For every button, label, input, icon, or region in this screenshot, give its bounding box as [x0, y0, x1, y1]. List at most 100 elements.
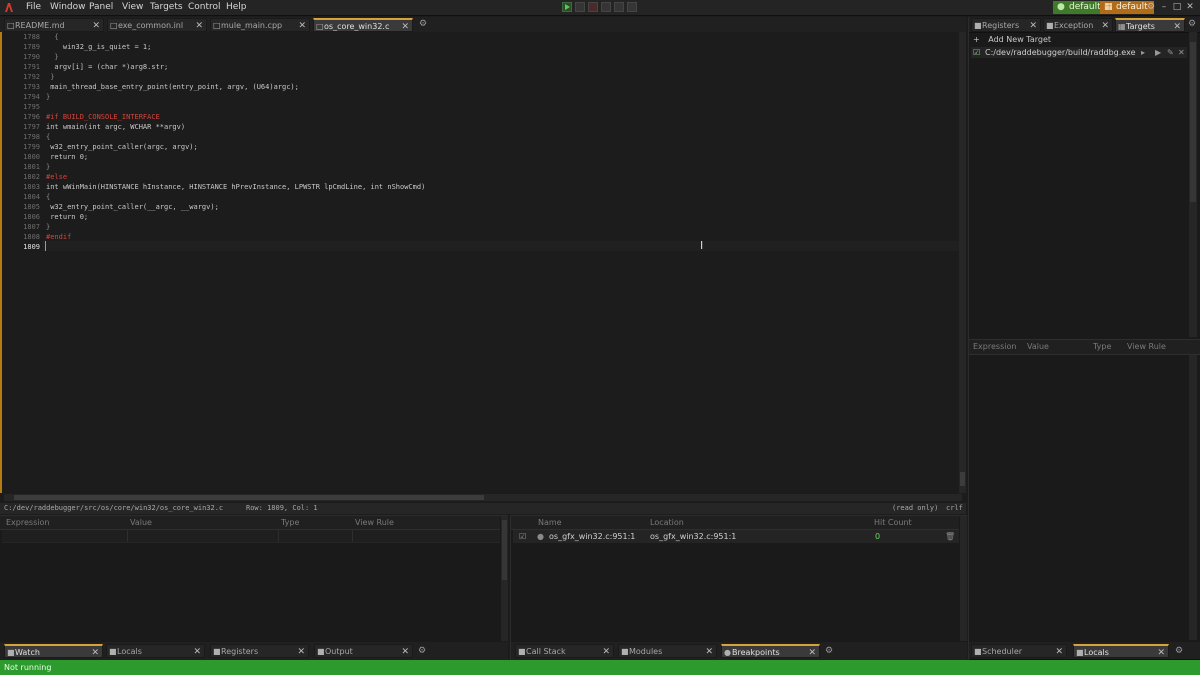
menu-view[interactable]: View [122, 2, 143, 12]
tab-registers-bottom[interactable]: ■ Registers ✕ [210, 644, 309, 658]
checkbox-checked-icon[interactable]: ☑ [973, 47, 980, 58]
tab-label: exe_common.inl [118, 21, 184, 30]
minimize-icon[interactable]: – [1159, 2, 1169, 12]
close-icon[interactable]: ✕ [1029, 19, 1037, 31]
scroll-thumb[interactable] [502, 520, 507, 580]
menu-panel[interactable]: Panel [89, 2, 113, 12]
tab-watch[interactable]: ■ Watch ✕ [4, 644, 103, 658]
column-view-rule: View Rule [355, 518, 394, 527]
tab-settings-icon[interactable]: ⚙ [419, 19, 427, 29]
close-icon[interactable]: ✕ [298, 19, 306, 31]
close-icon[interactable]: ✕ [401, 645, 409, 657]
close-icon[interactable]: ✕ [1173, 20, 1181, 31]
breakpoint-row[interactable]: ☑ ● os_gfx_win32.c:951:1 os_gfx_win32.c:… [513, 530, 959, 543]
close-icon[interactable]: ✕ [297, 645, 305, 657]
breakpoints-header: Name Location Hit Count [511, 516, 959, 530]
targets-icon: ▦ [1118, 22, 1126, 31]
mouse-cursor-icon: I [700, 239, 704, 252]
close-icon[interactable]: ✕ [705, 645, 713, 657]
pause-button[interactable] [575, 2, 585, 12]
tab-registers[interactable]: ■ Registers ✕ [971, 18, 1041, 32]
file-icon: □ [110, 21, 118, 30]
tab-breakpoints[interactable]: ● Breakpoints ✕ [721, 644, 820, 658]
tab-settings-icon[interactable]: ⚙ [418, 646, 426, 656]
breakpoints-scrollbar[interactable] [960, 516, 967, 641]
tab-readme[interactable]: □ README.md ✕ [4, 18, 104, 32]
tab-settings-icon[interactable]: ⚙ [1188, 19, 1196, 29]
step-over-button[interactable] [601, 2, 611, 12]
tab-exe-common[interactable]: □ exe_common.inl ✕ [107, 18, 207, 32]
line-text: } [46, 163, 51, 171]
tab-label: Locals [117, 647, 142, 656]
scroll-thumb[interactable] [960, 472, 965, 486]
tab-label: Breakpoints [732, 648, 780, 657]
close-icon[interactable]: ✕ [193, 645, 201, 657]
close-icon[interactable]: ✕ [91, 646, 99, 657]
tab-os-core-win32[interactable]: □ os_core_win32.c ✕ [313, 18, 413, 32]
checkbox-checked-icon[interactable]: ☑ [519, 530, 526, 543]
launch-icon[interactable]: ▸ [1141, 47, 1145, 58]
close-icon[interactable]: ✕ [808, 646, 816, 657]
scroll-thumb[interactable] [1190, 42, 1196, 202]
edit-icon[interactable]: ✎ [1167, 47, 1174, 58]
run-target-icon[interactable]: ▶ [1155, 47, 1161, 58]
menu-file[interactable]: File [26, 2, 41, 12]
line-number: 1808 [23, 233, 40, 241]
locals-scrollbar[interactable] [1189, 355, 1197, 640]
tab-mule-main[interactable]: □ mule_main.cpp ✕ [210, 18, 310, 32]
menu-window[interactable]: Window [50, 2, 86, 12]
menu-control[interactable]: Control [188, 2, 221, 12]
tab-modules[interactable]: ■ Modules ✕ [618, 644, 717, 658]
run-button[interactable] [562, 2, 572, 12]
menu-targets[interactable]: Targets [150, 2, 183, 12]
tab-label: Exception [1054, 21, 1094, 30]
step-into-button[interactable] [614, 2, 624, 12]
breakpoint-location[interactable]: os_gfx_win32.c:951:1 [650, 530, 736, 543]
tab-scheduler[interactable]: ■ Scheduler ✕ [971, 644, 1067, 658]
horizontal-scrollbar[interactable] [4, 494, 962, 501]
tab-call-stack[interactable]: ■ Call Stack ✕ [515, 644, 614, 658]
line-number: 1804 [23, 193, 40, 201]
tab-output[interactable]: ■ Output ✕ [314, 644, 413, 658]
tab-settings-icon[interactable]: ⚙ [1175, 646, 1183, 656]
vertical-scrollbar[interactable] [959, 32, 966, 493]
close-icon[interactable]: ✕ [195, 19, 203, 31]
menu-help[interactable]: Help [226, 2, 247, 12]
settings-icon[interactable]: ⚙ [1146, 2, 1156, 12]
close-icon[interactable]: ✕ [92, 19, 100, 31]
stop-button[interactable] [588, 2, 598, 12]
watch-scrollbar[interactable] [501, 516, 508, 641]
tab-settings-icon[interactable]: ⚙ [825, 646, 833, 656]
tab-targets[interactable]: ▦ Targets ✕ [1115, 18, 1185, 32]
add-target-label: Add New Target [988, 35, 1052, 44]
delete-icon[interactable]: 🗑 [945, 530, 955, 543]
targets-scrollbar[interactable] [1189, 32, 1197, 337]
tab-label: Targets [1126, 22, 1155, 31]
tab-locals-right[interactable]: ■ Locals ✕ [1073, 644, 1169, 658]
maximize-icon[interactable]: □ [1172, 2, 1182, 12]
code-editor[interactable]: 1788 {1789 win32_g_is_quiet = 1; 1790 } 17… [0, 32, 962, 493]
delete-icon[interactable]: ✕ [1178, 47, 1185, 58]
step-out-button[interactable] [627, 2, 637, 12]
close-icon[interactable]: ✕ [1157, 646, 1165, 657]
file-icon: □ [316, 22, 324, 31]
tab-exception[interactable]: ■ Exception ✕ [1043, 18, 1113, 32]
watch-input-row[interactable] [2, 530, 500, 543]
close-window-icon[interactable]: ✕ [1185, 2, 1195, 12]
tab-label: Locals [1084, 648, 1109, 657]
cursor-position: Row: 1809, Col: 1 [246, 504, 318, 512]
target-row[interactable]: ☑ C:/dev/raddebugger/build/raddbg.exe ▸ … [971, 47, 1187, 58]
line-text: { [46, 193, 51, 201]
line-number: 1800 [23, 153, 40, 161]
scroll-thumb[interactable] [14, 495, 484, 500]
add-target-button[interactable]: + Add New Target [973, 35, 1051, 44]
close-icon[interactable]: ✕ [1055, 645, 1063, 657]
close-icon[interactable]: ✕ [602, 645, 610, 657]
exception-icon: ■ [1046, 21, 1054, 30]
line-number: 1801 [23, 163, 40, 171]
tab-locals[interactable]: ■ Locals ✕ [106, 644, 205, 658]
close-icon[interactable]: ✕ [1101, 19, 1109, 31]
user-button[interactable]: ● default [1053, 1, 1107, 14]
close-icon[interactable]: ✕ [401, 20, 409, 31]
line-text: #else [46, 173, 68, 181]
